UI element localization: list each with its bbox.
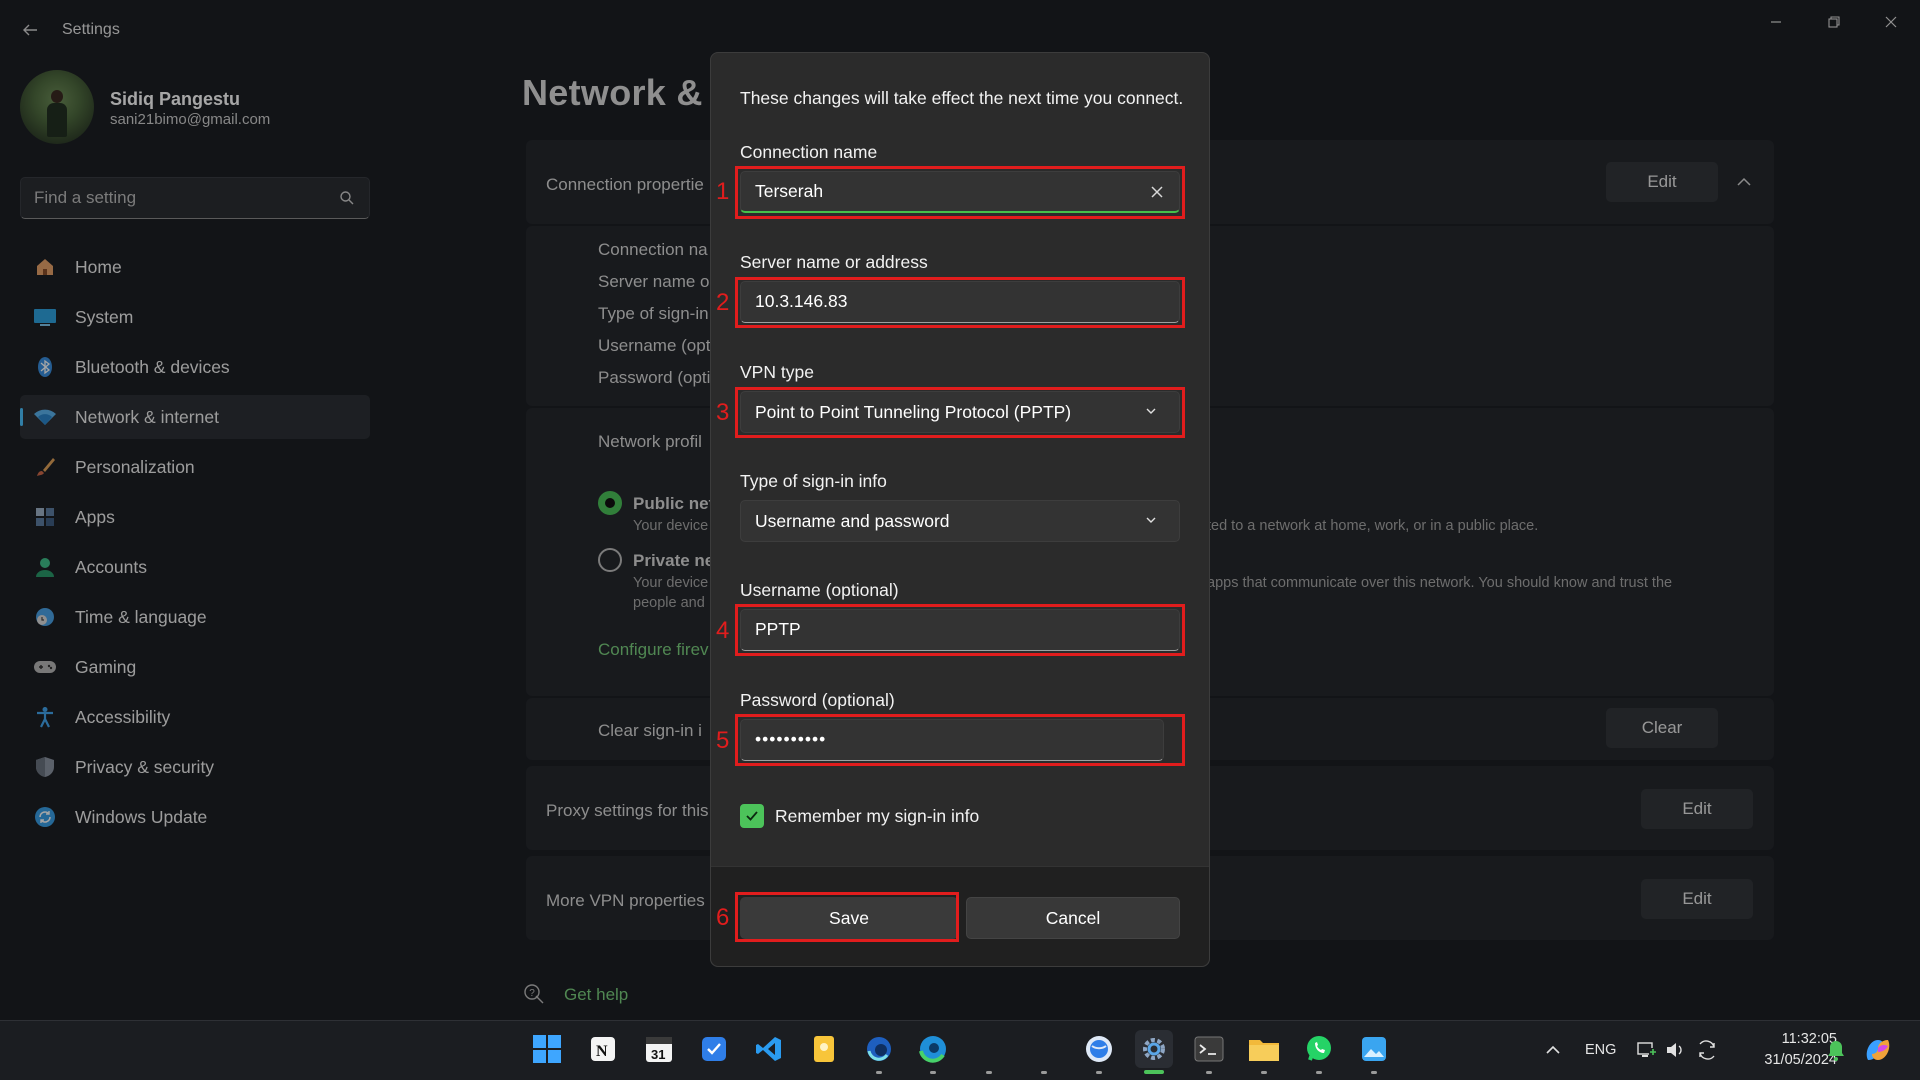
todo-icon[interactable] (695, 1030, 733, 1068)
annotation-number-4: 4 (716, 617, 730, 644)
edge-dev-icon[interactable] (860, 1030, 898, 1068)
taskbar-indicator (1206, 1071, 1212, 1074)
username-label: Username (optional) (740, 580, 899, 600)
checkmark-icon (746, 811, 758, 821)
taskbar-indicator (1371, 1071, 1377, 1074)
annotation-box-5 (735, 714, 1185, 766)
clock-date[interactable]: 31/05/2024 (1737, 1052, 1837, 1068)
annotation-box-6 (735, 892, 959, 942)
taskbar-indicator (930, 1071, 936, 1074)
calendar-day: 31 (651, 1047, 665, 1062)
copilot-icon[interactable] (1862, 1034, 1894, 1066)
connection-name-label: Connection name (740, 142, 878, 162)
chevron-up-tray-icon[interactable] (1544, 1041, 1562, 1059)
calendar-icon[interactable]: 31 (640, 1030, 678, 1068)
annotation-box-4 (735, 604, 1185, 656)
annotation-box-1 (735, 166, 1185, 219)
annotation-number-2: 2 (716, 289, 730, 316)
annotation-box-3 (735, 387, 1185, 438)
network-tray-icon[interactable] (1636, 1040, 1658, 1060)
annotation-number-5: 5 (716, 727, 730, 754)
terminal-icon[interactable] (1190, 1030, 1228, 1068)
taskbar-indicator (1041, 1071, 1047, 1074)
annotation-number-3: 3 (716, 399, 730, 426)
settings-icon[interactable] (1135, 1030, 1173, 1068)
taskbar-indicator (876, 1071, 882, 1074)
photos-icon[interactable] (1355, 1030, 1393, 1068)
taskbar-indicator (1316, 1071, 1322, 1074)
dialog-note: These changes will take effect the next … (740, 88, 1184, 108)
vscode-icon[interactable] (750, 1030, 788, 1068)
annotation-number-6: 6 (716, 904, 730, 931)
bell-icon[interactable] (1825, 1038, 1847, 1062)
server-label: Server name or address (740, 252, 928, 272)
cancel-button[interactable]: Cancel (966, 897, 1180, 939)
battery-sync-icon[interactable] (1696, 1040, 1718, 1060)
start-icon[interactable] (528, 1030, 566, 1068)
vpn-type-label: VPN type (740, 362, 814, 382)
signin-type-label: Type of sign-in info (740, 471, 887, 491)
notion-icon[interactable]: N (584, 1030, 622, 1068)
annotation-box-2 (735, 277, 1185, 328)
signin-type-dropdown[interactable]: Username and password (740, 500, 1180, 542)
edge-icon[interactable] (914, 1030, 952, 1068)
active-app-indicator (1144, 1070, 1164, 1074)
sticky-notes-icon[interactable] (805, 1030, 843, 1068)
annotation-number-1: 1 (716, 178, 730, 205)
taskbar (0, 1020, 1920, 1080)
taskbar-indicator (986, 1071, 992, 1074)
password-label: Password (optional) (740, 690, 895, 710)
svg-text:N: N (596, 1043, 608, 1060)
volume-icon[interactable] (1665, 1040, 1685, 1060)
language-indicator[interactable]: ENG (1585, 1042, 1616, 1058)
whatsapp-icon[interactable] (1300, 1030, 1338, 1068)
app-globe-icon[interactable] (1080, 1030, 1118, 1068)
remember-checkbox[interactable] (740, 804, 764, 828)
file-explorer-icon[interactable] (1245, 1030, 1283, 1068)
signin-type-value: Username and password (755, 510, 950, 531)
taskbar-indicator (1096, 1071, 1102, 1074)
chevron-down-icon (1146, 517, 1156, 523)
taskbar-indicator (1261, 1071, 1267, 1074)
remember-label: Remember my sign-in info (775, 806, 980, 826)
